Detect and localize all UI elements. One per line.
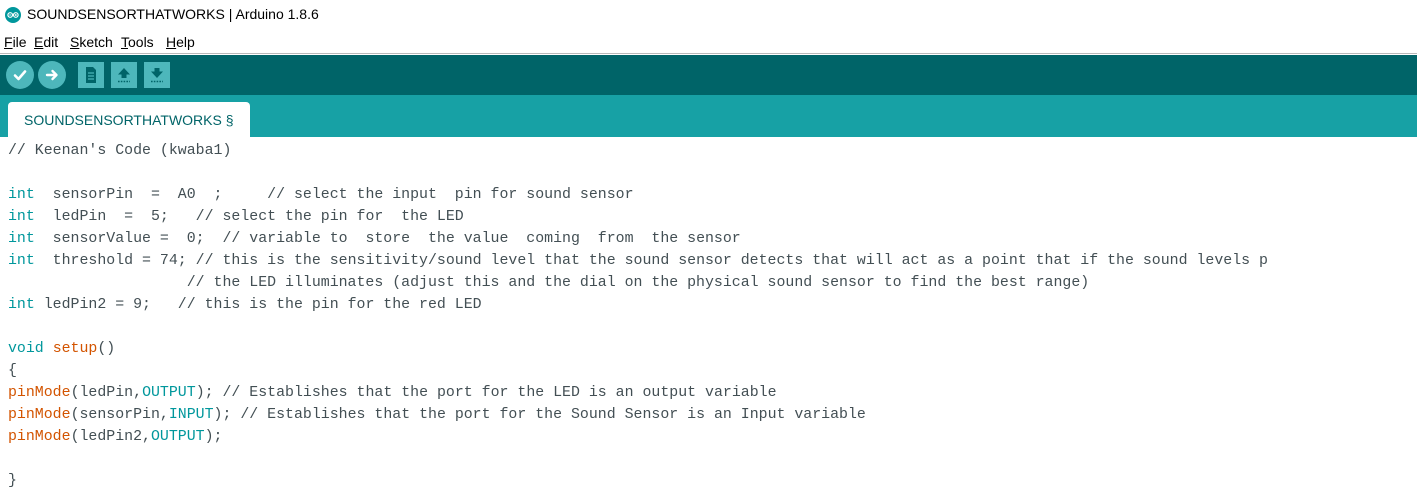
code-token: int <box>8 231 35 247</box>
code-token: pinMode <box>8 385 71 401</box>
menu-tools[interactable]: Tools <box>121 34 154 50</box>
code-token: () <box>97 341 116 357</box>
code-token: { <box>8 363 17 379</box>
code-line: // Keenan's Code (kwaba1) <box>8 140 231 162</box>
menu-bar: File Edit Sketch Tools Help <box>0 30 1417 54</box>
open-button[interactable] <box>111 62 137 88</box>
tab-label: SOUNDSENSORTHATWORKS § <box>24 111 234 128</box>
tab-strip: SOUNDSENSORTHATWORKS § <box>0 95 1417 137</box>
code-token: pinMode <box>8 429 71 445</box>
code-line: int sensorValue = 0; // variable to stor… <box>8 228 741 250</box>
code-token: int <box>8 209 35 225</box>
new-button[interactable] <box>78 62 104 88</box>
code-token: int <box>8 297 35 313</box>
code-token: sensorPin = A0 ; // select the input pin… <box>34 187 634 203</box>
code-line: pinMode(ledPin2,OUTPUT); <box>8 426 223 448</box>
window-title: SOUNDSENSORTHATWORKS | Arduino 1.8.6 <box>27 6 319 22</box>
code-token: ); // Establishes that the port for the … <box>213 407 866 423</box>
save-button[interactable] <box>144 62 170 88</box>
code-token: sensorValue = 0; // variable to store th… <box>34 231 741 247</box>
code-line: int sensorPin = A0 ; // select the input… <box>8 184 634 206</box>
menu-edit[interactable]: Edit <box>34 34 58 50</box>
code-token: ); <box>204 429 223 445</box>
upload-icon <box>45 69 58 81</box>
tab-soundsensorthatworks[interactable]: SOUNDSENSORTHATWORKS § <box>8 102 250 137</box>
code-line: // the LED illuminates (adjust this and … <box>8 272 1090 294</box>
code-token: (ledPin, <box>70 385 143 401</box>
code-line: int ledPin2 = 9; // this is the pin for … <box>8 294 482 316</box>
code-token: int <box>8 253 35 269</box>
code-token: // Keenan's Code (kwaba1) <box>8 143 232 159</box>
verify-icon <box>13 70 27 81</box>
upload-button[interactable] <box>38 61 66 89</box>
code-token: OUTPUT <box>142 385 196 401</box>
menu-file[interactable]: File <box>4 34 27 50</box>
code-token: setup <box>52 341 98 357</box>
code-line: int ledPin = 5; // select the pin for th… <box>8 206 464 228</box>
code-line: void setup() <box>8 338 115 360</box>
code-token: // the LED illuminates (adjust this and … <box>8 275 1090 291</box>
code-line: pinMode(ledPin,OUTPUT); // Establishes t… <box>8 382 777 404</box>
menu-help[interactable]: Help <box>166 34 195 50</box>
code-editor[interactable]: // Keenan's Code (kwaba1) int sensorPin =… <box>0 137 1417 488</box>
code-token: void <box>8 341 44 357</box>
code-token: } <box>8 473 17 488</box>
title-bar: SOUNDSENSORTHATWORKS | Arduino 1.8.6 <box>0 0 1417 30</box>
code-line: int threshold = 74; // this is the sensi… <box>8 250 1268 272</box>
open-icon <box>118 68 130 83</box>
code-token: (ledPin2, <box>70 429 151 445</box>
toolbar <box>0 55 1417 95</box>
code-token: threshold = 74; // this is the sensitivi… <box>34 253 1268 269</box>
code-line: pinMode(sensorPin,INPUT); // Establishes… <box>8 404 866 426</box>
code-token: (sensorPin, <box>70 407 169 423</box>
save-icon <box>151 68 163 83</box>
code-token: OUTPUT <box>151 429 205 445</box>
code-token: ledPin2 = 9; // this is the pin for the … <box>34 297 482 313</box>
code-token: int <box>8 187 35 203</box>
code-token: pinMode <box>8 407 71 423</box>
code-token: ); // Establishes that the port for the … <box>195 385 777 401</box>
code-token: INPUT <box>168 407 214 423</box>
arduino-logo-icon <box>5 7 21 23</box>
code-line: { <box>8 360 17 382</box>
menu-sketch[interactable]: Sketch <box>70 34 113 50</box>
verify-button[interactable] <box>6 61 34 89</box>
code-token: ledPin = 5; // select the pin for the LE… <box>34 209 464 225</box>
new-icon <box>86 67 96 83</box>
code-line: } <box>8 470 17 488</box>
